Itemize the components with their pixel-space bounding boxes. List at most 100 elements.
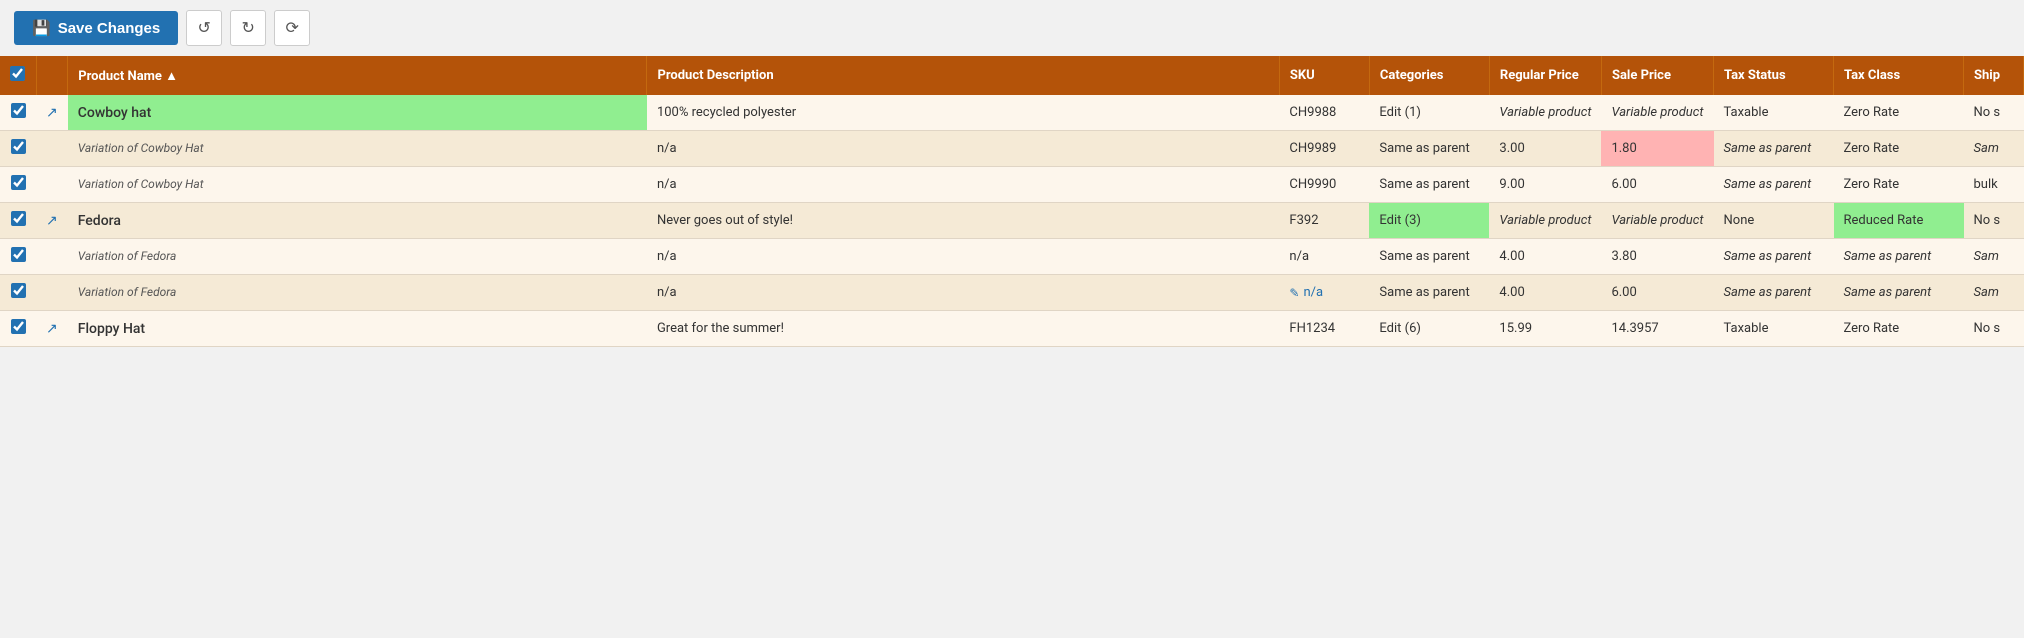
row-categories: Same as parent [1369, 239, 1489, 275]
col-header-name[interactable]: Product Name ▲ [68, 56, 647, 95]
row-checkbox[interactable] [11, 283, 26, 298]
row-checkbox-cell[interactable] [0, 239, 36, 275]
row-regular-price: Variable product [1489, 95, 1601, 131]
row-sale-price: 3.80 [1601, 239, 1713, 275]
table-row: ↗ Cowboy hat100% recycled polyesterCH9988… [0, 95, 2024, 131]
col-header-ship: Ship [1964, 56, 2024, 95]
row-tax-class: Reduced Rate [1834, 203, 1964, 239]
row-product-desc: n/a [647, 239, 1279, 275]
table-row: Variation of Fedoran/an/aSame as parent4… [0, 239, 2024, 275]
select-all-checkbox[interactable] [10, 66, 25, 81]
row-shipping: No s [1964, 311, 2024, 347]
save-label: Save Changes [58, 20, 161, 37]
row-product-name: Variation of Cowboy Hat [68, 131, 647, 167]
undo-button[interactable]: ↺ [186, 10, 222, 46]
row-checkbox[interactable] [11, 211, 26, 226]
row-shipping: Sam [1964, 131, 2024, 167]
row-tax-status: Taxable [1714, 95, 1834, 131]
col-header-taxcl: Tax Class [1834, 56, 1964, 95]
row-tax-class: Zero Rate [1834, 167, 1964, 203]
row-product-desc: n/a [647, 275, 1279, 311]
row-checkbox-cell[interactable] [0, 131, 36, 167]
row-tax-status: Taxable [1714, 311, 1834, 347]
row-link-cell[interactable]: ↗ [36, 203, 68, 239]
row-product-desc: Great for the summer! [647, 311, 1279, 347]
row-checkbox-cell[interactable] [0, 203, 36, 239]
row-product-desc: n/a [647, 131, 1279, 167]
row-regular-price: 4.00 [1489, 275, 1601, 311]
col-header-sale: Sale Price [1601, 56, 1713, 95]
row-categories[interactable]: Edit (6) [1369, 311, 1489, 347]
row-sku: CH9988 [1279, 95, 1369, 131]
row-tax-class: Same as parent [1834, 239, 1964, 275]
sku-edit-link[interactable]: ✎n/a [1289, 285, 1359, 300]
product-table: Product Name ▲ Product Description SKU C… [0, 56, 2024, 347]
row-sale-price: Variable product [1601, 95, 1713, 131]
row-product-name: Variation of Fedora [68, 275, 647, 311]
row-product-desc: 100% recycled polyester [647, 95, 1279, 131]
row-sale-price: 6.00 [1601, 167, 1713, 203]
col-header-reg: Regular Price [1489, 56, 1601, 95]
row-product-name: Cowboy hat [68, 95, 647, 131]
row-categories: Same as parent [1369, 167, 1489, 203]
row-sku: CH9989 [1279, 131, 1369, 167]
row-checkbox[interactable] [11, 247, 26, 262]
table-row: ↗ FedoraNever goes out of style!F392Edit … [0, 203, 2024, 239]
row-categories[interactable]: Edit (1) [1369, 95, 1489, 131]
row-checkbox[interactable] [11, 175, 26, 190]
row-checkbox-cell[interactable] [0, 275, 36, 311]
row-link-cell [36, 131, 68, 167]
row-product-name: Fedora [68, 203, 647, 239]
row-checkbox[interactable] [11, 319, 26, 334]
row-tax-class: Same as parent [1834, 275, 1964, 311]
row-product-desc: n/a [647, 167, 1279, 203]
row-categories[interactable]: Edit (3) [1369, 203, 1489, 239]
external-link-icon[interactable]: ↗ [46, 105, 58, 121]
row-product-desc: Never goes out of style! [647, 203, 1279, 239]
row-checkbox-cell[interactable] [0, 95, 36, 131]
row-checkbox[interactable] [11, 103, 26, 118]
external-link-icon[interactable]: ↗ [46, 321, 58, 337]
row-product-name: Variation of Fedora [68, 239, 647, 275]
row-categories: Same as parent [1369, 275, 1489, 311]
external-link-icon[interactable]: ↗ [46, 213, 58, 229]
row-link-cell [36, 239, 68, 275]
refresh-button[interactable]: ⟳ [274, 10, 310, 46]
row-regular-price: 3.00 [1489, 131, 1601, 167]
row-regular-price: Variable product [1489, 203, 1601, 239]
row-link-cell[interactable]: ↗ [36, 311, 68, 347]
row-link-cell[interactable]: ↗ [36, 95, 68, 131]
save-changes-button[interactable]: 💾 Save Changes [14, 11, 178, 45]
row-tax-class: Zero Rate [1834, 311, 1964, 347]
row-tax-status: Same as parent [1714, 239, 1834, 275]
row-sku: CH9990 [1279, 167, 1369, 203]
row-regular-price: 4.00 [1489, 239, 1601, 275]
row-link-cell [36, 275, 68, 311]
col-header-link [36, 56, 68, 95]
row-sku[interactable]: ✎n/a [1279, 275, 1369, 311]
table-row: Variation of Fedoran/a ✎n/a Same as parent… [0, 275, 2024, 311]
product-table-wrap: Product Name ▲ Product Description SKU C… [0, 56, 2024, 347]
refresh-icon: ⟳ [286, 18, 299, 38]
redo-button[interactable]: ↻ [230, 10, 266, 46]
row-checkbox[interactable] [11, 139, 26, 154]
row-categories: Same as parent [1369, 131, 1489, 167]
redo-icon: ↻ [242, 18, 255, 38]
row-link-cell [36, 167, 68, 203]
table-header-row: Product Name ▲ Product Description SKU C… [0, 56, 2024, 95]
col-header-check[interactable] [0, 56, 36, 95]
col-header-sku: SKU [1279, 56, 1369, 95]
row-shipping: Sam [1964, 275, 2024, 311]
col-header-taxst: Tax Status [1714, 56, 1834, 95]
row-shipping: Sam [1964, 239, 2024, 275]
save-icon: 💾 [32, 19, 51, 37]
row-sku: F392 [1279, 203, 1369, 239]
row-sku: FH1234 [1279, 311, 1369, 347]
row-tax-status: None [1714, 203, 1834, 239]
row-sku: n/a [1279, 239, 1369, 275]
row-checkbox-cell[interactable] [0, 167, 36, 203]
table-row: Variation of Cowboy Hatn/aCH9990Same as … [0, 167, 2024, 203]
row-shipping: No s [1964, 203, 2024, 239]
row-checkbox-cell[interactable] [0, 311, 36, 347]
row-sale-price: 1.80 [1601, 131, 1713, 167]
